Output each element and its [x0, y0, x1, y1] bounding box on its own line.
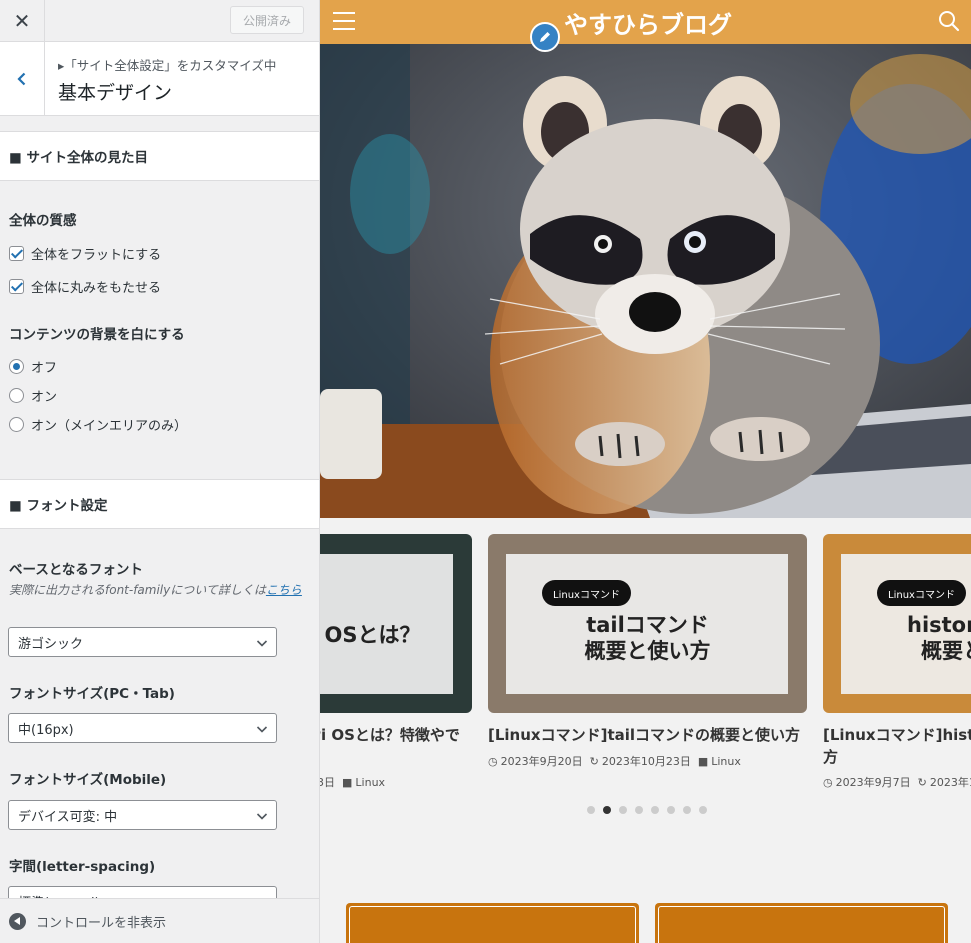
post-meta: ◷ 2023年9月20日 ↻ 2023年10月23日 ■ Linux [488, 753, 741, 769]
slider-pagination [587, 806, 707, 814]
category-badge: Linuxコマンド [542, 580, 631, 606]
radio-on-main[interactable]: オン（メインエリアのみ） [9, 415, 187, 434]
section-header: ▸「サイト全体設定」をカスタマイズ中 基本デザイン [0, 42, 319, 116]
thumbnail-line2: 概要と使い方 [584, 639, 711, 663]
updated-date: 23日 [320, 776, 335, 789]
radio-on-label: オン [31, 390, 58, 405]
radio-unselected[interactable] [9, 388, 24, 403]
site-header: やすひらブログ [320, 0, 971, 44]
section-title: 基本デザイン [58, 82, 173, 104]
post-title[interactable]: [Linuxコマンド]tailコマンドの概要と使い方 [488, 724, 800, 746]
post-title-cont[interactable]: 方 [823, 746, 838, 768]
site-title[interactable]: やすひらブログ [564, 5, 732, 40]
feature-box[interactable] [655, 903, 948, 943]
checkbox-rounded[interactable]: 全体に丸みをもたせる [9, 277, 161, 296]
slider-dot[interactable] [635, 806, 643, 814]
details-link[interactable]: こちら [266, 583, 302, 597]
hide-controls-button[interactable]: コントロールを非表示 [0, 898, 319, 943]
slider-dot-active[interactable] [603, 806, 611, 814]
checkbox-checked[interactable] [9, 279, 24, 294]
folder-icon: ■ [342, 775, 353, 789]
thumbnail-line1: histor [907, 613, 971, 637]
hero-image [320, 44, 971, 518]
slider-dot[interactable] [587, 806, 595, 814]
checkbox-flat-label: 全体をフラットにする [31, 248, 162, 263]
thumbnail-line2: 概要と [921, 639, 971, 663]
thumbnail-line1: tailコマンド [586, 613, 709, 637]
refresh-icon: ↻ [917, 775, 927, 789]
chevron-down-icon [256, 640, 268, 647]
clock-icon: ◷ [488, 754, 498, 768]
radio-off[interactable]: オフ [9, 357, 57, 376]
group-heading-appearance: ■ サイト全体の見た目 [0, 131, 319, 181]
customizer-sidebar: ✕ 公開済み ▸「サイト全体設定」をカスタマイズ中 基本デザイン ■ サイト全体… [0, 0, 320, 943]
customizer-header: ✕ 公開済み [0, 0, 319, 42]
post-meta: 23日 ■ Linux [320, 774, 385, 790]
chevron-down-icon [256, 726, 268, 733]
base-font-select[interactable]: 游ゴシック [8, 627, 277, 657]
published-date: 2023年9月20日 [500, 755, 583, 768]
content-bg-title: コンテンツの背景を白にする [9, 327, 185, 343]
checkbox-checked[interactable] [9, 246, 24, 261]
description-text: 実際に出力されるfont-familyについて詳しくは [9, 583, 266, 597]
font-size-mobile-value: デバイス可変: 中 [18, 809, 118, 825]
texture-title: 全体の質感 [9, 213, 77, 229]
group-heading-font: ■ フォント設定 [0, 479, 319, 529]
category-link[interactable]: Linux [711, 755, 741, 768]
chevron-left-icon [17, 72, 26, 85]
radio-unselected[interactable] [9, 417, 24, 432]
font-size-mobile-title: フォントサイズ(Mobile) [9, 772, 167, 788]
base-font-title: ベースとなるフォント [9, 562, 143, 578]
category-link[interactable]: Linux [355, 776, 385, 789]
post-thumbnail[interactable]: Linuxコマンド histor 概要と [823, 534, 971, 713]
search-icon[interactable] [938, 10, 960, 32]
clock-icon: ◷ [823, 775, 833, 789]
collapse-icon [9, 912, 26, 930]
post-title[interactable]: [Linuxコマンド]histo [823, 724, 971, 746]
category-badge: Linuxコマンド [877, 580, 966, 606]
post-thumbnail[interactable]: Linuxコマンド tailコマンド 概要と使い方 [488, 534, 807, 713]
close-customizer-button[interactable]: ✕ [0, 0, 45, 42]
back-button[interactable] [0, 42, 45, 115]
slider-dot[interactable] [699, 806, 707, 814]
chevron-down-icon [256, 813, 268, 820]
post-meta: ◷ 2023年9月7日 ↻ 2023年10 [823, 774, 971, 790]
published-date: 2023年9月7日 [835, 776, 911, 789]
hide-controls-label: コントロールを非表示 [36, 915, 167, 931]
checkbox-flat[interactable]: 全体をフラットにする [9, 244, 161, 263]
radio-on-main-label: オン（メインエリアのみ） [31, 419, 188, 434]
radio-off-label: オフ [31, 361, 58, 376]
checkbox-rounded-label: 全体に丸みをもたせる [31, 281, 162, 296]
folder-icon: ■ [697, 754, 709, 768]
edit-shortcut-pencil-icon[interactable] [530, 22, 560, 52]
font-size-mobile-select[interactable]: デバイス可変: 中 [8, 800, 277, 830]
radio-on[interactable]: オン [9, 386, 57, 405]
breadcrumb: ▸「サイト全体設定」をカスタマイズ中 [58, 58, 277, 73]
slider-dot[interactable] [651, 806, 659, 814]
slider-dot[interactable] [667, 806, 675, 814]
radio-selected[interactable] [9, 359, 24, 374]
slider-dot[interactable] [619, 806, 627, 814]
publish-button[interactable]: 公開済み [230, 6, 304, 34]
letter-spacing-title: 字間(letter-spacing) [9, 859, 156, 875]
font-size-pc-select[interactable]: 中(16px) [8, 713, 277, 743]
feature-box[interactable] [346, 903, 639, 943]
refresh-icon: ↻ [589, 754, 599, 768]
menu-icon[interactable] [333, 12, 355, 30]
post-title[interactable]: Pi OSとは？特徴やで [320, 724, 460, 746]
font-size-pc-value: 中(16px) [18, 722, 74, 738]
close-icon: ✕ [13, 9, 31, 33]
font-size-pc-title: フォントサイズ(PC・Tab) [9, 686, 175, 702]
updated-date: 2023年10月23日 [601, 755, 691, 768]
slider-dot[interactable] [683, 806, 691, 814]
base-font-value: 游ゴシック [18, 636, 84, 652]
base-font-description: 実際に出力されるfont-familyについて詳しくはこちら [9, 582, 309, 598]
updated-date: 2023年10 [929, 776, 971, 789]
thumbnail-text: i OSとは？ [320, 623, 421, 647]
post-thumbnail[interactable]: i OSとは？ [320, 534, 472, 713]
site-preview: やすひらブログ i OSとは？ Pi OSとは？特徴やで 3日 ■ Linux … [320, 0, 971, 943]
